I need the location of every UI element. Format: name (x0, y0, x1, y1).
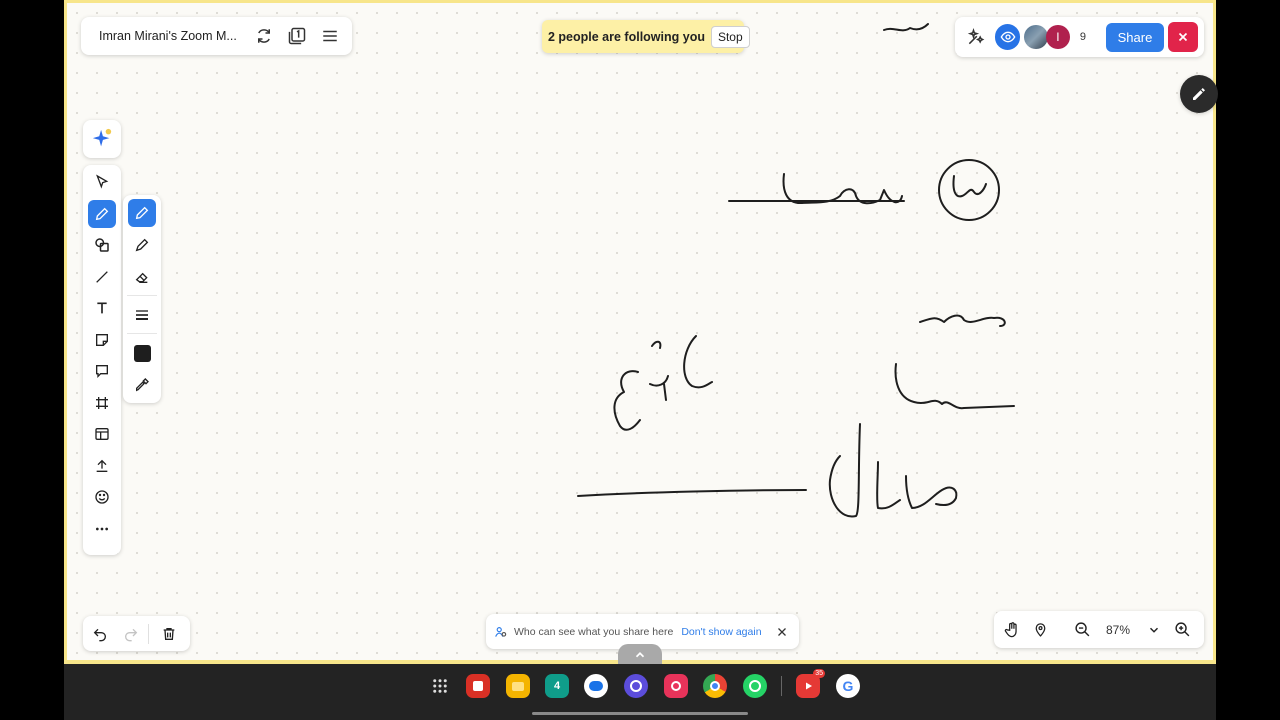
page-count-icon[interactable] (281, 20, 312, 52)
taskbar-handle[interactable] (618, 644, 662, 666)
messages-icon[interactable] (584, 674, 608, 698)
sync-icon[interactable] (248, 20, 279, 52)
ink-stroke (876, 461, 901, 510)
color-swatch[interactable] (128, 339, 156, 367)
zoom-in-icon[interactable] (1168, 616, 1196, 644)
upload-icon[interactable] (88, 452, 116, 480)
ink-stroke (613, 370, 641, 431)
stop-following-button[interactable]: Stop (710, 25, 750, 48)
board-title[interactable]: Imran Mirani's Zoom M... (99, 29, 246, 43)
ink-stroke (782, 173, 903, 205)
more-icon[interactable] (88, 515, 116, 543)
google-icon[interactable]: G (836, 674, 860, 698)
share-button[interactable]: Share (1105, 22, 1165, 52)
hand-icon[interactable] (998, 616, 1026, 644)
ink-stroke (905, 475, 958, 509)
highlighter-icon[interactable] (128, 231, 156, 259)
follow-banner: 2 people are following you Stop (542, 20, 750, 53)
close-icon[interactable] (774, 622, 791, 642)
select-icon[interactable] (88, 168, 116, 196)
people-icon (495, 626, 507, 637)
home-indicator[interactable] (532, 712, 748, 715)
divider (781, 676, 782, 696)
emoji-icon[interactable] (88, 483, 116, 511)
menu-icon[interactable] (315, 20, 346, 52)
notice-text: Who can see what you share here (513, 625, 674, 638)
view-mode-icon[interactable] (994, 24, 1021, 50)
eraser-icon[interactable] (128, 263, 156, 291)
history-controls (83, 616, 190, 651)
youtube-icon[interactable]: 35 (796, 669, 825, 698)
divider (127, 333, 157, 334)
taskbar: 4 35 G (64, 664, 1216, 720)
avatar[interactable]: I (1046, 25, 1070, 49)
dont-show-again-link[interactable]: Don't show again (681, 626, 761, 638)
comment-icon[interactable] (88, 357, 116, 385)
follow-status-text: 2 people are following you (548, 29, 705, 44)
line-icon[interactable] (88, 263, 116, 291)
trash-icon[interactable] (155, 620, 182, 648)
divider (127, 295, 157, 296)
divider (148, 623, 150, 644)
ink-stroke (828, 423, 861, 518)
ink-stroke (683, 335, 713, 389)
camera-icon[interactable] (664, 674, 688, 698)
pen-options-panel (123, 195, 161, 403)
ink-stroke (577, 489, 807, 497)
zoom-controls: 87% (994, 611, 1204, 648)
avatar[interactable] (1024, 25, 1049, 49)
screen: Imran Mirani's Zoom M... 2 people are fo… (64, 0, 1218, 720)
ink-stroke (894, 363, 1015, 410)
annotate-pen-button[interactable] (1180, 75, 1218, 113)
handwriting-layer (577, 23, 1015, 518)
ai-assist-icon[interactable] (961, 22, 991, 52)
participant-count[interactable]: 9 (1080, 31, 1096, 43)
chrome-icon[interactable] (703, 674, 727, 698)
ai-companion-button[interactable] (83, 120, 121, 158)
whiteboard-canvas[interactable]: Imran Mirani's Zoom M... 2 people are fo… (64, 0, 1218, 664)
eyedropper-icon[interactable] (128, 371, 156, 399)
collaboration-bar: I 9 Share (955, 17, 1204, 57)
ink-stroke (919, 314, 1006, 327)
tool-palette (83, 165, 121, 555)
ink-stroke (649, 340, 669, 401)
text-icon[interactable] (88, 294, 116, 322)
zoom-level[interactable]: 87% (1096, 623, 1140, 637)
notification-badge: 35 (813, 669, 825, 678)
app-drawer-icon[interactable] (428, 674, 452, 698)
close-icon[interactable] (1168, 22, 1198, 52)
stroke-width-icon[interactable] (128, 301, 156, 329)
undo-icon[interactable] (87, 620, 114, 648)
frame-icon[interactable] (88, 389, 116, 417)
sticky-note-icon[interactable] (88, 326, 116, 354)
files-icon[interactable] (506, 674, 530, 698)
internet-browser-icon[interactable] (624, 674, 648, 698)
ink-stroke (883, 23, 929, 32)
shapes-icon[interactable] (88, 231, 116, 259)
ink-stroke (952, 175, 987, 198)
pen-icon[interactable] (88, 199, 116, 228)
template-icon[interactable] (88, 420, 116, 448)
whatsapp-icon[interactable] (743, 674, 767, 698)
locate-icon[interactable] (1026, 616, 1054, 644)
calendar-icon[interactable]: 4 (545, 674, 569, 698)
flipboard-icon[interactable] (466, 674, 490, 698)
pen-icon[interactable] (128, 199, 156, 227)
redo-icon[interactable] (118, 620, 145, 648)
chevron-down-icon[interactable] (1140, 616, 1168, 644)
board-header: Imran Mirani's Zoom M... (81, 17, 352, 55)
zoom-out-icon[interactable] (1068, 616, 1096, 644)
